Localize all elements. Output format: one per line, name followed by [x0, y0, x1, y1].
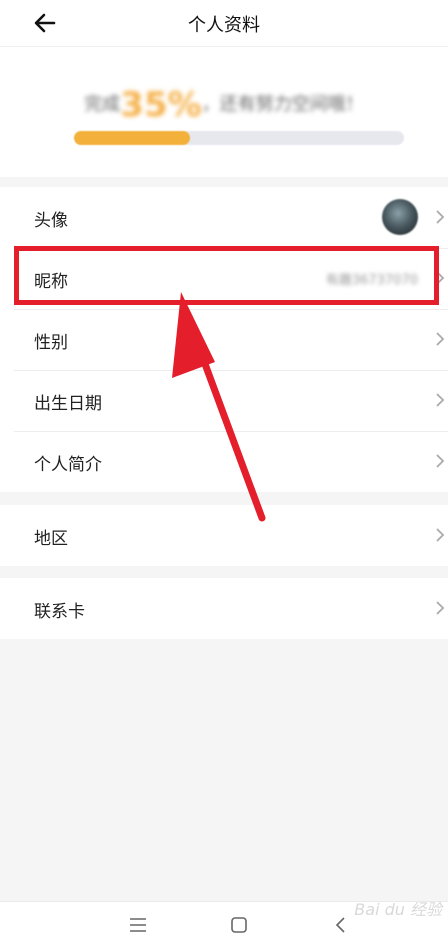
completion-progress-bar: [74, 131, 404, 145]
profile-completion: 完成35%，还有努力空间哦！: [0, 47, 448, 177]
avatar: [382, 199, 418, 235]
menu-icon[interactable]: [127, 914, 149, 936]
highlight-box: [14, 246, 439, 305]
region-label: 地区: [34, 529, 68, 549]
completion-prefix: 完成: [84, 94, 121, 115]
back-nav-icon[interactable]: [330, 914, 352, 936]
home-icon[interactable]: [228, 914, 250, 936]
completion-text: 完成35%，还有努力空间哦！: [0, 85, 448, 125]
page-title: 个人资料: [188, 15, 260, 36]
chevron-right-icon: [436, 332, 445, 346]
completion-suffix: ，还有努力空间哦！: [201, 94, 364, 115]
avatar-label: 头像: [34, 211, 68, 231]
profile-group-basic: 头像 昵称 有趣36737070 性别 出生日期 个人简介: [0, 187, 448, 492]
row-contact-card[interactable]: 联系卡: [0, 578, 448, 639]
birthday-label: 出生日期: [34, 394, 102, 414]
profile-group-region: 地区: [0, 505, 448, 566]
completion-percent: 35%: [120, 85, 202, 125]
watermark: Bai du 经验: [354, 900, 442, 919]
profile-group-contact: 联系卡: [0, 578, 448, 639]
gender-label: 性别: [34, 333, 68, 353]
completion-progress-fill: [74, 131, 190, 145]
chevron-right-icon: [436, 454, 445, 468]
bio-label: 个人简介: [34, 455, 102, 475]
row-avatar[interactable]: 头像: [0, 187, 448, 248]
row-gender[interactable]: 性别: [0, 309, 448, 370]
top-bar: 个人资料: [0, 0, 448, 47]
contact-card-label: 联系卡: [34, 602, 85, 622]
row-bio[interactable]: 个人简介: [0, 431, 448, 492]
chevron-right-icon: [436, 210, 445, 224]
row-region[interactable]: 地区: [0, 505, 448, 566]
row-birthday[interactable]: 出生日期: [0, 370, 448, 431]
chevron-right-icon: [436, 393, 445, 407]
chevron-right-icon: [436, 528, 445, 542]
chevron-right-icon: [436, 601, 445, 615]
